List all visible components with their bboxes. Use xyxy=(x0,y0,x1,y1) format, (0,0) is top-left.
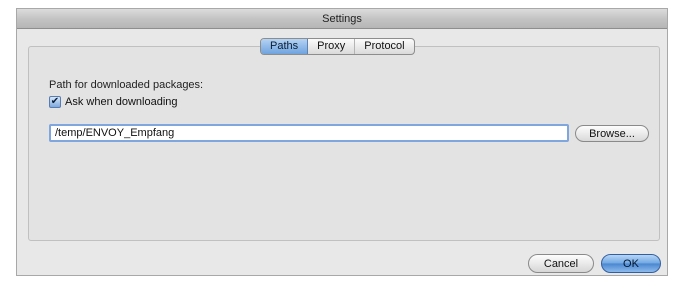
cancel-button[interactable]: Cancel xyxy=(528,254,594,273)
tab-paths[interactable]: Paths xyxy=(261,39,309,54)
tab-proxy[interactable]: Proxy xyxy=(308,39,356,54)
window-title: Settings xyxy=(322,12,362,25)
settings-tab-bar: Paths Proxy Protocol xyxy=(260,38,415,55)
ask-when-downloading-option[interactable]: ✔ Ask when downloading xyxy=(49,96,178,108)
download-path-label: Path for downloaded packages: xyxy=(49,79,204,91)
browse-button[interactable]: Browse... xyxy=(575,125,649,142)
download-path-input[interactable] xyxy=(49,124,569,142)
settings-window: Settings Path for downloaded packages: ✔… xyxy=(16,8,668,276)
ok-button[interactable]: OK xyxy=(601,254,661,273)
ask-when-downloading-label[interactable]: Ask when downloading xyxy=(65,96,178,108)
ask-when-downloading-checkbox[interactable]: ✔ xyxy=(49,96,61,108)
title-bar[interactable]: Settings xyxy=(17,9,667,29)
tab-protocol[interactable]: Protocol xyxy=(355,39,413,54)
tab-content-pane: Path for downloaded packages: ✔ Ask when… xyxy=(28,46,660,241)
